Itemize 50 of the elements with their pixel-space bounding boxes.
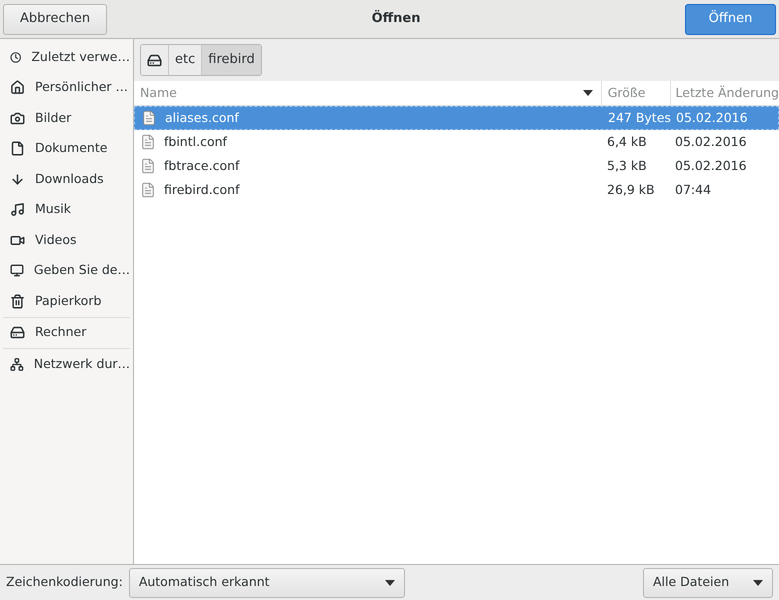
encoding-label: Zeichenkodierung: <box>6 573 123 592</box>
file-size: 247 Bytes <box>608 110 671 125</box>
caret-icon <box>582 90 593 96</box>
drive-icon <box>10 325 25 340</box>
file-icon <box>140 182 156 198</box>
document-icon <box>10 141 25 156</box>
camera-icon <box>10 110 25 126</box>
file-name: firebird.conf <box>164 180 240 199</box>
file-date: 05.02.2016 <box>676 110 748 125</box>
file-row[interactable]: firebird.conf 26,9 kB 07:44 <box>134 178 779 202</box>
sidebar-item[interactable]: Zuletzt verwe… <box>3 42 130 72</box>
sidebar-item[interactable]: Dokumente <box>3 134 130 164</box>
sidebar-item[interactable]: Persönlicher … <box>3 72 130 103</box>
file-name: aliases.conf <box>165 108 239 127</box>
file-size: 5,3 kB <box>607 158 647 173</box>
file-date: 05.02.2016 <box>675 158 747 173</box>
music-note-icon <box>10 202 25 218</box>
file-size: 26,9 kB <box>607 182 655 197</box>
file-date: 05.02.2016 <box>675 134 747 149</box>
sidebar-item[interactable]: Geben Sie de… <box>3 256 130 286</box>
file-name: fbintl.conf <box>164 132 227 151</box>
sidebar-item[interactable]: Netzwerk dur… <box>3 349 130 380</box>
sidebar-item[interactable]: Rechner <box>3 318 130 348</box>
encoding-dropdown[interactable]: Automatisch erkannt <box>128 568 405 598</box>
clock-icon <box>10 50 22 65</box>
sidebar-item[interactable]: Bilder <box>3 103 130 134</box>
file-icon <box>140 158 156 174</box>
home-icon <box>10 80 25 96</box>
trash-icon <box>10 294 25 309</box>
cancel-button[interactable]: Abbrechen <box>3 4 108 34</box>
path-button[interactable]: firebird <box>201 45 261 75</box>
filter-dropdown[interactable]: Alle Dateien <box>643 568 773 598</box>
file-size: 6,4 kB <box>607 134 647 149</box>
file-date: 07:44 <box>675 182 712 197</box>
file-row[interactable]: fbintl.conf 6,4 kB 05.02.2016 <box>134 130 779 154</box>
caret-icon <box>753 580 763 586</box>
monitor-icon <box>10 263 24 278</box>
file-icon <box>140 134 156 150</box>
network-icon <box>10 356 24 372</box>
file-icon <box>141 110 157 126</box>
sidebar-item[interactable]: Videos <box>3 225 130 256</box>
down-arrow-icon <box>10 172 25 187</box>
sidebar-item[interactable]: Downloads <box>3 164 130 194</box>
caret-icon <box>384 580 395 586</box>
window-title: Öffnen <box>372 9 420 28</box>
sidebar-item[interactable]: Papierkorb <box>3 286 130 316</box>
sidebar-item[interactable]: Musik <box>3 194 130 225</box>
file-row[interactable]: fbtrace.conf 5,3 kB 05.02.2016 <box>134 154 779 178</box>
file-name: fbtrace.conf <box>164 156 240 175</box>
drive-icon <box>147 52 162 68</box>
